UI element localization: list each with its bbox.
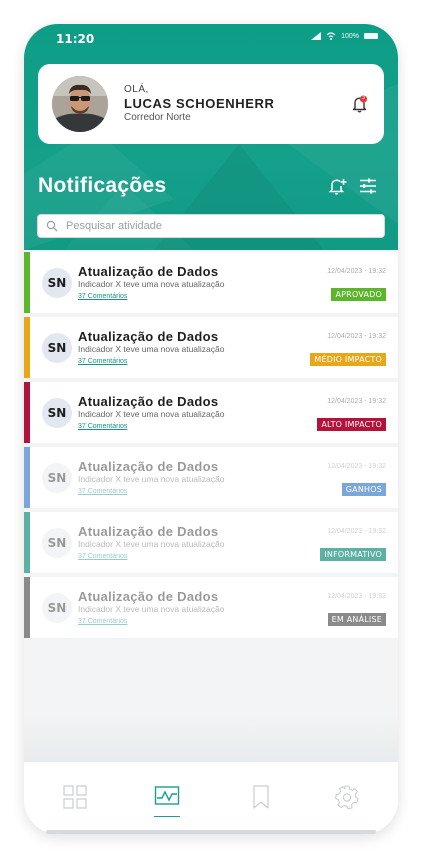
status-badge: GANHOS — [341, 483, 386, 496]
comments-link[interactable]: 37 Comentários — [78, 293, 127, 300]
gear-icon — [335, 785, 359, 810]
greeting-text: OLÁ, — [124, 84, 149, 95]
nav-saved-button[interactable] — [248, 784, 274, 810]
sender-avatar: SN — [42, 398, 72, 428]
status-badge: INFORMATIVO — [320, 548, 386, 561]
notification-title: Atualização de Dados — [78, 589, 219, 604]
comments-link[interactable]: 37 Comentários — [78, 423, 127, 430]
status-bar: 11:20 100% — [24, 24, 398, 54]
active-tab-indicator — [154, 816, 180, 817]
notification-description: Indicador X teve uma nova atualização — [78, 409, 225, 419]
notification-date: 12/04/2023 - 19:32 — [327, 463, 386, 470]
notification-card[interactable]: SN Atualização de Dados Indicador X teve… — [24, 252, 398, 313]
notification-date: 12/04/2023 - 19:32 — [327, 268, 386, 275]
filter-button[interactable] — [358, 176, 378, 196]
notification-title: Atualização de Dados — [78, 524, 219, 539]
search-input[interactable] — [66, 215, 376, 237]
page-title: Notificações — [38, 174, 167, 197]
add-notification-button[interactable] — [328, 176, 348, 196]
notification-card[interactable]: SN Atualização de Dados Indicador X teve… — [24, 317, 398, 378]
comments-link[interactable]: 37 Comentários — [78, 488, 127, 495]
sender-avatar: SN — [42, 528, 72, 558]
notification-card[interactable]: SN Atualização de Dados Indicador X teve… — [24, 512, 398, 573]
user-corridor: Corredor Norte — [124, 112, 191, 123]
notification-title: Atualização de Dados — [78, 394, 219, 409]
comments-link[interactable]: 37 Comentários — [78, 618, 127, 625]
activity-chart-icon — [154, 786, 180, 805]
status-time: 11:20 — [56, 32, 95, 46]
comments-link[interactable]: 37 Comentários — [78, 553, 127, 560]
notification-date: 12/04/2023 - 19:32 — [327, 333, 386, 340]
sender-avatar: SN — [42, 333, 72, 363]
notification-title: Atualização de Dados — [78, 459, 219, 474]
notification-card[interactable]: SN Atualização de Dados Indicador X teve… — [24, 447, 398, 508]
notification-date: 12/04/2023 - 19:32 — [327, 528, 386, 535]
notification-title: Atualização de Dados — [78, 329, 219, 344]
status-badge: ALTO IMPACTO — [317, 418, 386, 431]
search-icon — [46, 220, 58, 232]
notification-title: Atualização de Dados — [78, 264, 219, 279]
notifications-bell-button[interactable]: 3 — [350, 94, 370, 114]
notification-description: Indicador X teve uma nova atualização — [78, 539, 225, 549]
status-badge: MÉDIO IMPACTO — [310, 353, 386, 366]
user-name: LUCAS SCHOENHERR — [124, 96, 275, 111]
wifi-icon — [326, 32, 336, 40]
sender-avatar: SN — [42, 268, 72, 298]
avatar[interactable] — [52, 76, 108, 132]
home-indicator — [46, 830, 376, 834]
battery-icon — [364, 33, 378, 39]
notification-description: Indicador X teve uma nova atualização — [78, 344, 225, 354]
battery-percent: 100% — [341, 32, 359, 40]
notification-date: 12/04/2023 - 19:32 — [327, 593, 386, 600]
nav-settings-button[interactable] — [334, 784, 360, 810]
profile-card[interactable]: OLÁ, LUCAS SCHOENHERR Corredor Norte 3 — [38, 64, 384, 144]
phone-screen: 11:20 100% OLÁ, LUCAS SCHOENHERR Corredo… — [24, 24, 398, 834]
notification-description: Indicador X teve uma nova atualização — [78, 279, 225, 289]
notification-date: 12/04/2023 - 19:32 — [327, 398, 386, 405]
sender-avatar: SN — [42, 593, 72, 623]
bottom-navigation — [24, 762, 398, 834]
notification-description: Indicador X teve uma nova atualização — [78, 474, 225, 484]
bookmark-icon — [253, 785, 269, 809]
nav-home-button[interactable] — [62, 784, 88, 810]
bell-icon — [352, 95, 368, 113]
search-bar[interactable] — [37, 214, 385, 238]
notification-card[interactable]: SN Atualização de Dados Indicador X teve… — [24, 382, 398, 443]
sender-avatar: SN — [42, 463, 72, 493]
notification-description: Indicador X teve uma nova atualização — [78, 604, 225, 614]
notification-card[interactable]: SN Atualização de Dados Indicador X teve… — [24, 577, 398, 638]
status-badge: APROVADO — [331, 288, 386, 301]
comments-link[interactable]: 37 Comentários — [78, 358, 127, 365]
cell-signal-icon — [311, 32, 322, 40]
nav-activity-button[interactable] — [154, 784, 180, 810]
status-icons: 100% — [311, 32, 378, 40]
bell-plus-icon — [328, 179, 347, 195]
sliders-icon — [360, 178, 376, 194]
list-fade — [24, 714, 398, 762]
status-badge: EM ANÁLISE — [327, 613, 386, 626]
user-photo — [52, 76, 108, 132]
grid-icon — [63, 785, 87, 809]
notification-count-badge: 3 — [361, 95, 366, 101]
notification-list: SN Atualização de Dados Indicador X teve… — [24, 252, 398, 642]
header-background: 11:20 100% OLÁ, LUCAS SCHOENHERR Corredo… — [24, 24, 398, 250]
